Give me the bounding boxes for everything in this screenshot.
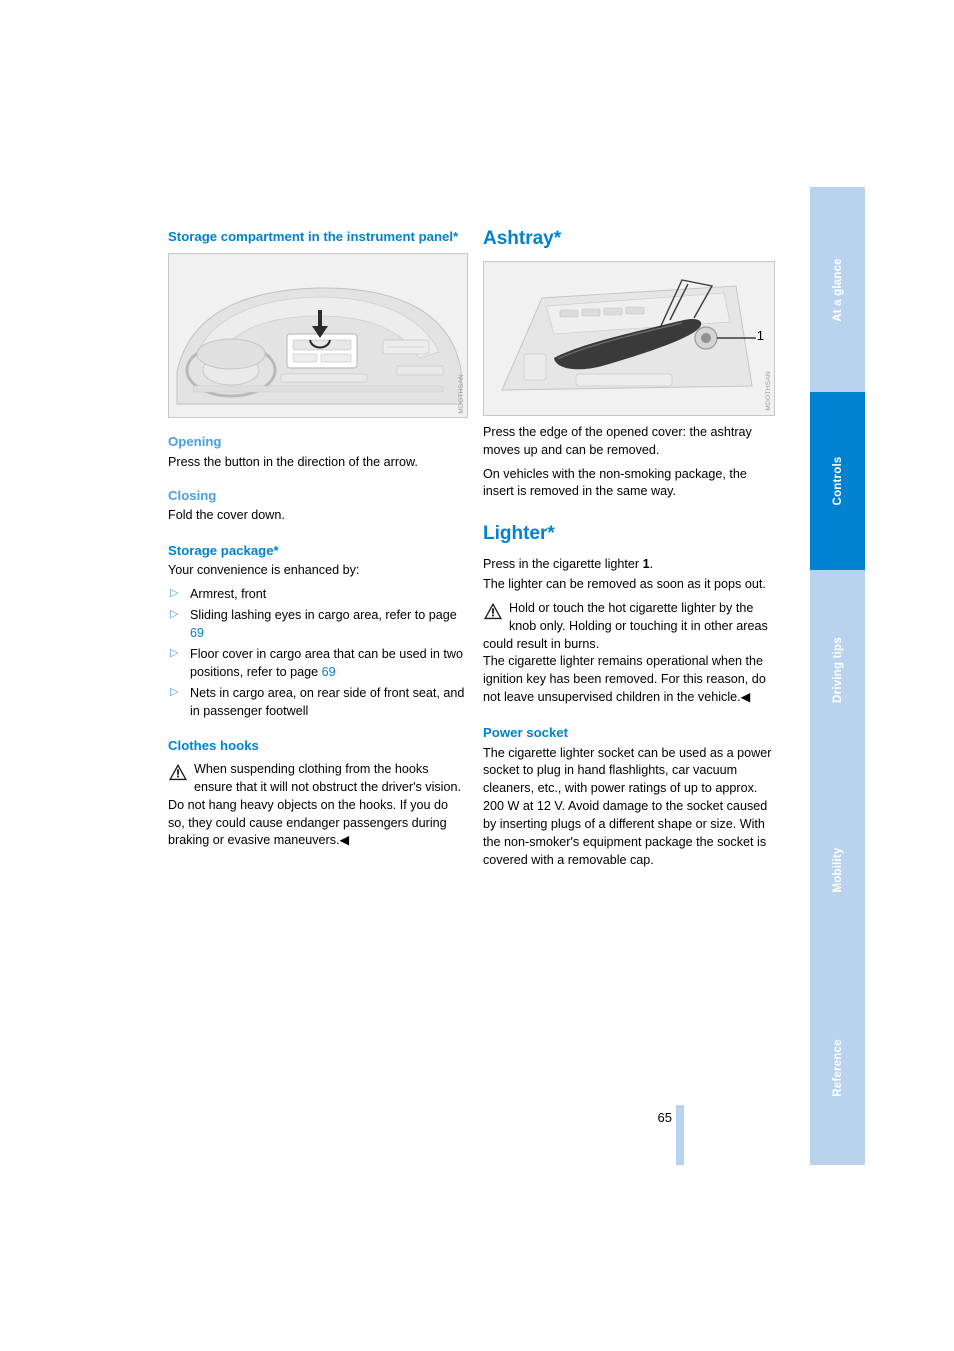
warning-triangle-icon <box>169 763 187 781</box>
storage-compartment-heading: Storage compartment in the instrument pa… <box>168 229 459 244</box>
page-number: 65 <box>657 1110 672 1125</box>
power-socket-heading: Power socket <box>483 725 569 741</box>
storage-package-heading: Storage package* <box>168 542 279 558</box>
triangle-bullet-icon: ▷ <box>170 646 179 659</box>
clothes-hooks-warning-text: When suspending clothing from the hooks … <box>168 761 461 848</box>
list-item-text: Sliding lashing eyes in cargo area, refe… <box>190 608 457 623</box>
storage-package-list: ▷ Armrest, front ▷ Sliding lashing eyes … <box>168 586 468 720</box>
lighter-warning: Hold or touch the hot cigarette lighter … <box>483 600 775 654</box>
figure-instrument-panel-storage: MDOTHSAN <box>168 253 468 419</box>
lighter-paragraph-2: The lighter can be removed as soon as it… <box>483 576 766 591</box>
folio-bar <box>676 1105 684 1165</box>
page-reference-link[interactable]: 69 <box>322 665 336 679</box>
list-item-text: Armrest, front <box>190 587 267 602</box>
ashtray-paragraph-2: On vehicles with the non-smoking package… <box>483 466 747 499</box>
tab-controls[interactable]: Controls <box>810 392 865 570</box>
ashtray-illustration <box>484 261 774 415</box>
list-item: ▷ Sliding lashing eyes in cargo area, re… <box>168 607 468 643</box>
lighter-warning-text: Hold or touch the hot cigarette lighter … <box>483 600 768 651</box>
triangle-bullet-icon: ▷ <box>170 608 179 621</box>
opening-text: Press the button in the direction of the… <box>168 454 418 469</box>
list-item: ▷ Floor cover in cargo area that can be … <box>168 646 468 682</box>
side-tab-rail: At a glance Controls Driving tips Mobili… <box>810 187 865 1165</box>
manual-page: At a glance Controls Driving tips Mobili… <box>0 0 954 1351</box>
right-column: Ashtray* 1 MDOTHSAN Press the edge of th… <box>483 228 775 870</box>
closing-text: Fold the cover down. <box>168 508 285 523</box>
lighter-p1-bold: 1 <box>642 557 650 572</box>
instrument-panel-illustration <box>169 254 467 418</box>
triangle-bullet-icon: ▷ <box>170 685 179 698</box>
clothes-hooks-heading: Clothes hooks <box>168 738 259 754</box>
lighter-p1-pre: Press in the cigarette lighter <box>483 557 643 572</box>
page-reference-link[interactable]: 69 <box>190 626 204 640</box>
tab-at-a-glance[interactable]: At a glance <box>810 187 865 392</box>
tab-reference[interactable]: Reference <box>810 970 865 1165</box>
lighter-paragraph-3: The cigarette lighter remains operationa… <box>483 654 766 705</box>
warning-triangle-icon <box>484 602 502 619</box>
ashtray-heading: Ashtray* <box>483 228 562 249</box>
tab-driving-tips[interactable]: Driving tips <box>810 570 865 770</box>
closing-heading: Closing <box>168 487 217 503</box>
clothes-hooks-warning: When suspending clothing from the hooks … <box>168 761 468 850</box>
ashtray-paragraph-1: Press the edge of the opened cover: the … <box>483 424 752 457</box>
tab-controls-label: Controls <box>831 456 844 506</box>
triangle-bullet-icon: ▷ <box>170 587 179 600</box>
lighter-heading: Lighter* <box>483 523 555 545</box>
tab-driving-tips-label: Driving tips <box>831 637 844 703</box>
list-item-text: Nets in cargo area, on rear side of fron… <box>190 685 465 718</box>
power-socket-text: The cigarette lighter socket can be used… <box>483 745 772 867</box>
opening-heading: Opening <box>168 434 222 450</box>
lighter-p1-post: . <box>649 557 654 572</box>
list-item: ▷ Nets in cargo area, on rear side of fr… <box>168 685 468 721</box>
tab-mobility-label: Mobility <box>831 847 844 893</box>
figure-code-left: MDOTHSAN <box>458 373 465 414</box>
callout-1-label: 1 <box>756 327 764 343</box>
tab-at-a-glance-label: At a glance <box>831 257 844 322</box>
left-column: Storage compartment in the instrument pa… <box>168 228 468 850</box>
list-item: ▷ Armrest, front <box>168 586 468 604</box>
figure-ashtray: 1 MDOTHSAN <box>483 260 775 416</box>
lighter-paragraph-1: Press in the cigarette lighter 1. <box>483 556 775 574</box>
storage-package-intro: Your convenience is enhanced by: <box>168 563 360 578</box>
tab-mobility[interactable]: Mobility <box>810 770 865 970</box>
figure-code-right: MDOTHSAN <box>765 371 772 411</box>
tab-reference-label: Reference <box>831 1038 844 1097</box>
